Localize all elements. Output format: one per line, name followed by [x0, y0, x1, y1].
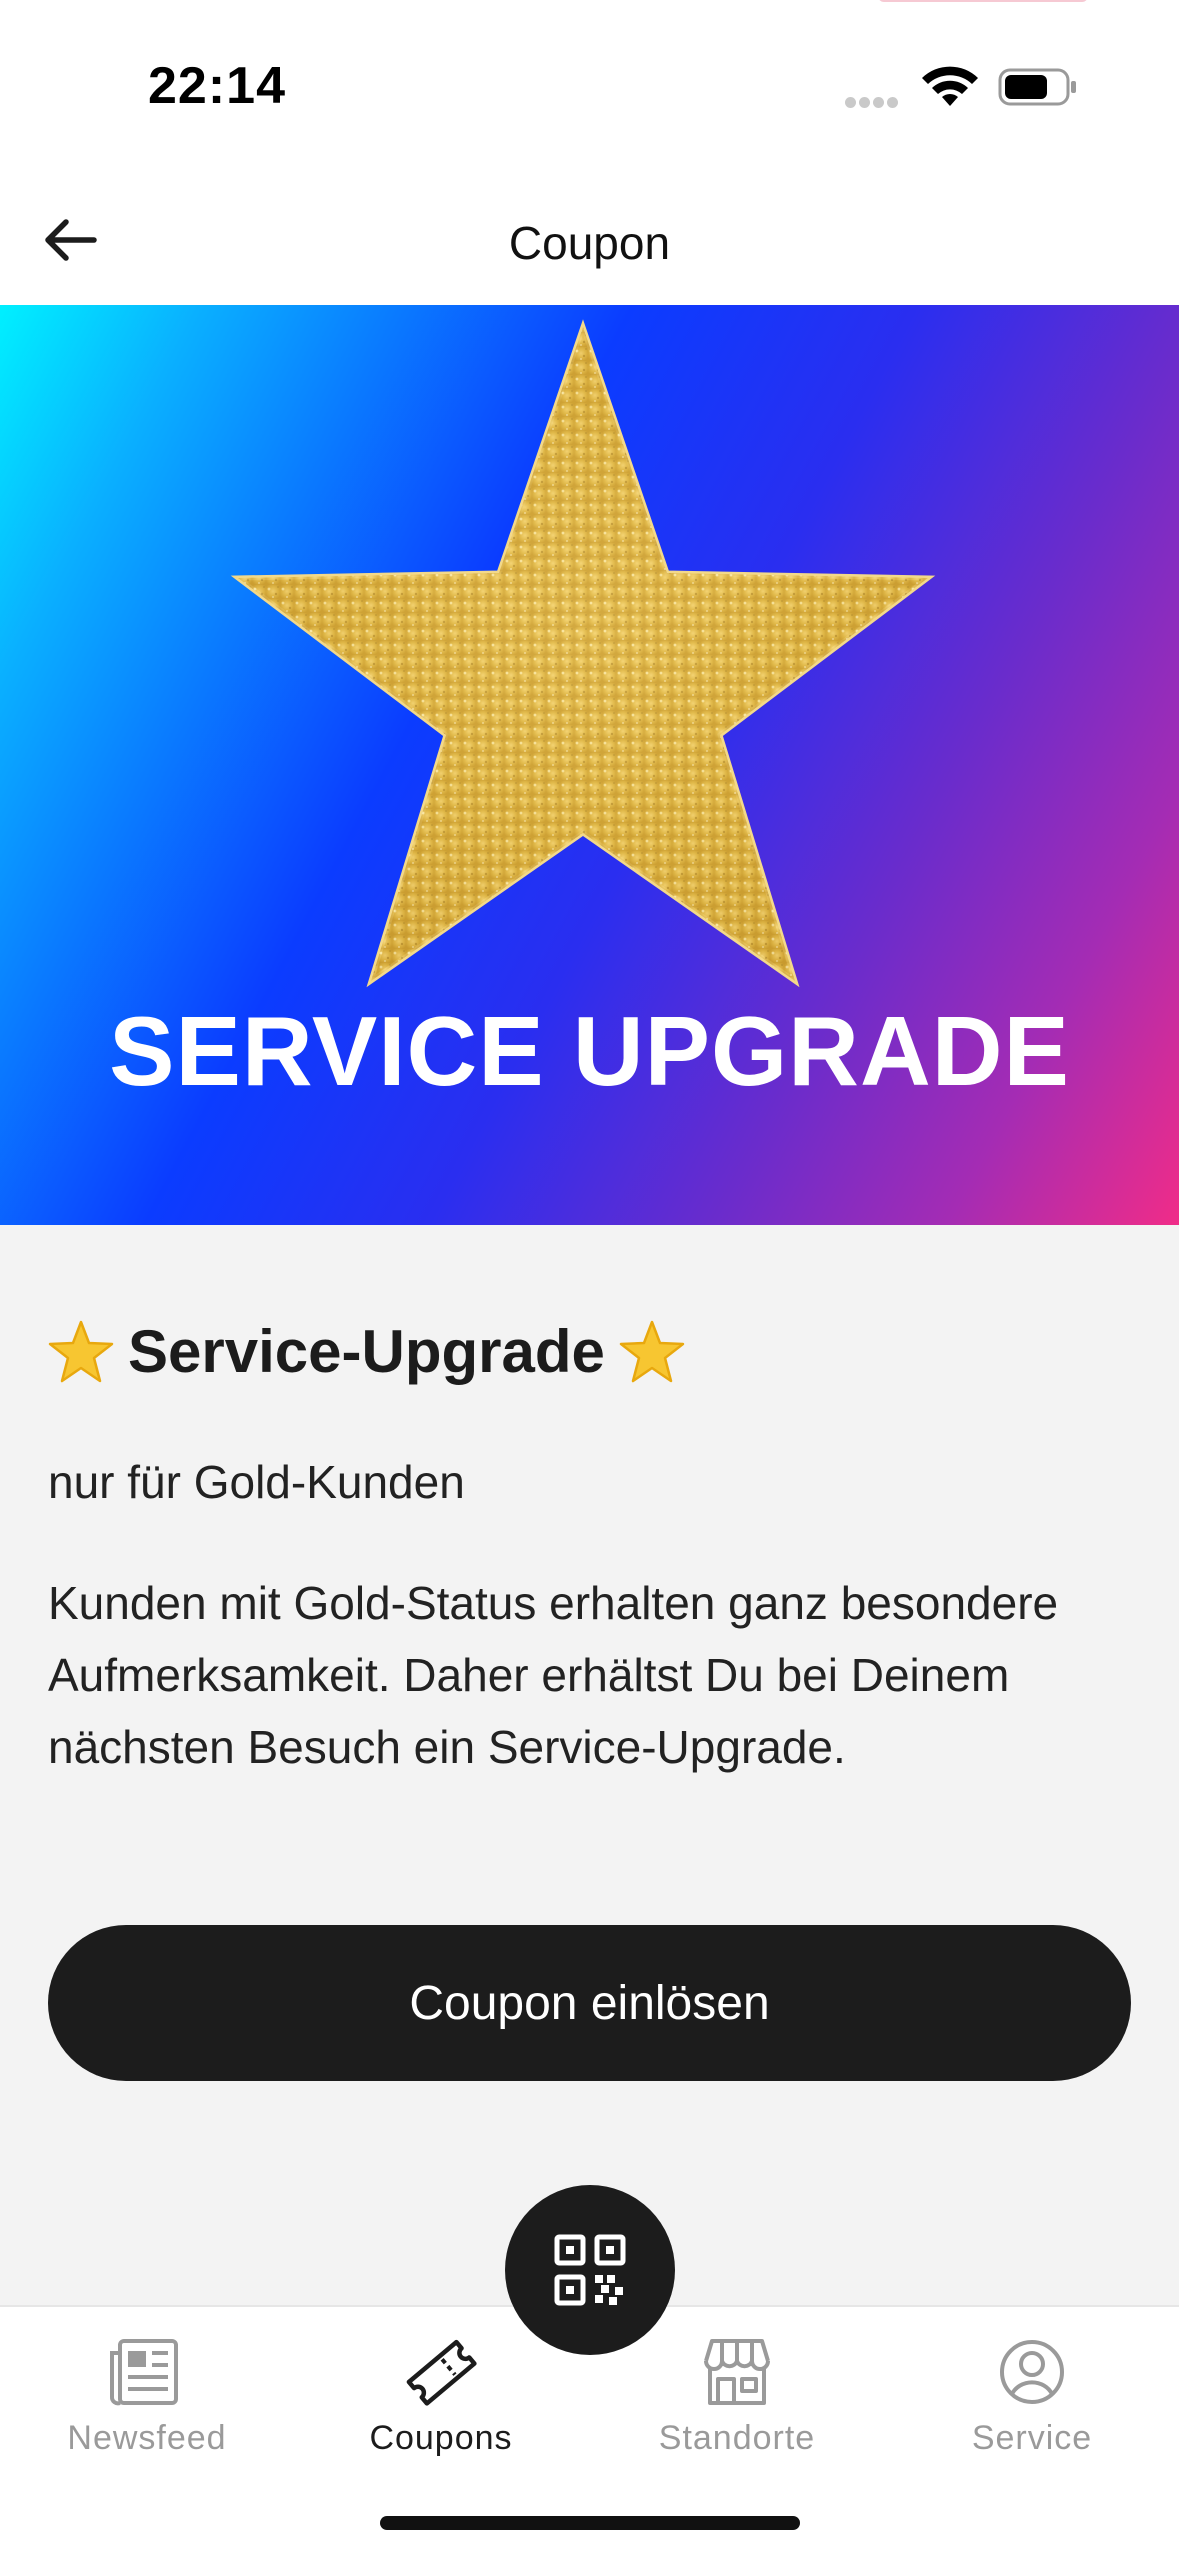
ticket-icon [406, 2339, 477, 2406]
newspaper-icon [110, 2339, 178, 2406]
status-time: 22:14 [148, 57, 286, 115]
tab-newsfeed[interactable]: Newsfeed [0, 2327, 294, 2467]
battery-icon [998, 68, 1076, 106]
coupon-hero-image: SERVICE UPGRADE [0, 305, 1179, 1225]
home-indicator[interactable] [380, 2516, 800, 2530]
status-bar: 22:14 [0, 0, 1179, 170]
coupon-details: Service-Upgrade nur für Gold-Kunden Kund… [0, 1225, 1179, 2305]
coupon-title-row: Service-Upgrade [48, 1317, 685, 1386]
page-title: Coupon [508, 217, 671, 269]
star-emoji-icon [619, 1320, 685, 1382]
wifi-icon [922, 66, 978, 106]
qr-code-icon [554, 2234, 626, 2306]
coupon-subtitle: nur für Gold-Kunden [48, 1456, 465, 1508]
tab-service-label: Service [971, 2419, 1093, 2457]
store-icon [704, 2339, 770, 2405]
redeem-coupon-button[interactable]: Coupon einlösen [48, 1925, 1131, 2081]
dynamic-island-indicator [878, 0, 1088, 2]
tab-newsfeed-label: Newsfeed [67, 2419, 227, 2457]
tab-service[interactable]: Service [885, 2327, 1179, 2467]
coupon-title: Service-Upgrade [128, 1318, 605, 1385]
hero-banner-text: SERVICE UPGRADE [109, 996, 1070, 1106]
tab-coupons-label: Coupons [369, 2419, 513, 2457]
star-emoji-icon [48, 1320, 114, 1382]
navigation-bar: Coupon [0, 170, 1179, 305]
tab-coupons[interactable]: Coupons [294, 2327, 588, 2467]
qr-code-button[interactable] [505, 2185, 675, 2355]
cellular-signal-icon [845, 95, 901, 113]
redeem-coupon-label: Coupon einlösen [409, 1976, 770, 2030]
user-circle-icon [1000, 2340, 1064, 2404]
tab-standorte[interactable]: Standorte [590, 2327, 884, 2467]
tab-standorte-label: Standorte [658, 2419, 816, 2457]
coupon-description: Kunden mit Gold-Status erhalten ganz bes… [48, 1577, 1059, 1773]
